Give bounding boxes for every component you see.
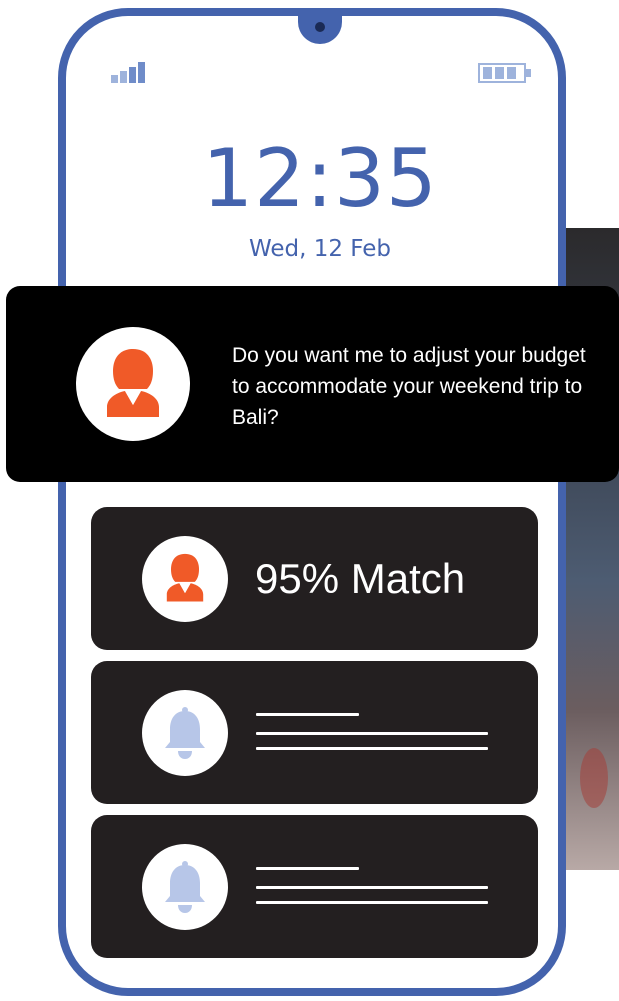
notification-card-placeholder[interactable] <box>91 815 538 958</box>
assistant-avatar-icon <box>166 553 204 602</box>
battery-icon <box>478 63 531 83</box>
text-placeholder-line <box>256 747 488 750</box>
match-percentage: 95% Match <box>255 555 466 602</box>
popup-message: Do you want me to adjust your budget to … <box>232 344 586 429</box>
phone-notch <box>298 8 342 44</box>
assistant-popup-notification[interactable]: Do you want me to adjust your budget to … <box>6 286 619 482</box>
text-placeholder-line <box>256 886 488 889</box>
assistant-avatar <box>76 327 190 441</box>
match-avatar <box>142 536 228 622</box>
bell-icon <box>165 861 205 913</box>
bell-icon <box>165 707 205 759</box>
assistant-avatar-icon <box>107 349 159 417</box>
lock-screen-clock: 12:35 <box>202 132 438 225</box>
text-placeholder-line <box>256 901 488 904</box>
bell-avatar <box>142 690 228 776</box>
lock-screen-date: Wed, 12 Feb <box>248 236 392 262</box>
bell-avatar <box>142 844 228 930</box>
signal-bars-icon <box>111 62 145 83</box>
notification-card-match[interactable]: 95% Match <box>91 507 538 650</box>
text-placeholder-line <box>256 867 359 870</box>
text-placeholder-line <box>256 732 488 735</box>
text-placeholder-line <box>256 713 359 716</box>
notification-card-placeholder[interactable] <box>91 661 538 804</box>
front-camera <box>315 22 325 32</box>
